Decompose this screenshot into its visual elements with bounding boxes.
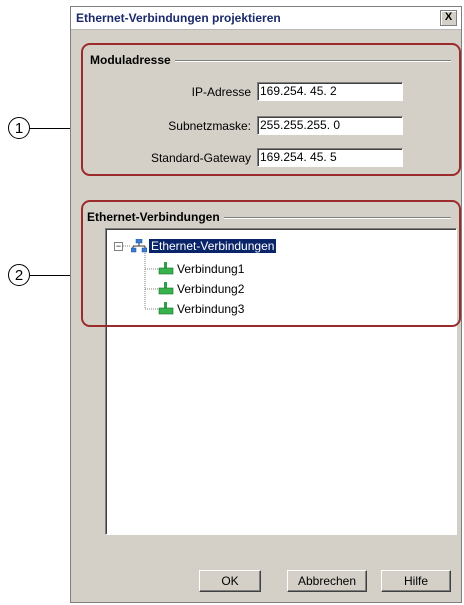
callout-2: 2: [8, 264, 30, 286]
cancel-button[interactable]: Abbrechen: [287, 570, 367, 592]
ok-button[interactable]: OK: [199, 570, 261, 592]
callout-1-frame: [81, 43, 461, 176]
title-bar: Ethernet-Verbindungen projektieren X: [71, 7, 461, 30]
callout-1: 1: [8, 117, 30, 139]
close-button[interactable]: X: [440, 10, 457, 26]
close-icon: X: [444, 11, 453, 23]
dialog-title: Ethernet-Verbindungen projektieren: [76, 11, 281, 25]
help-button[interactable]: Hilfe: [381, 570, 451, 592]
callout-2-frame: [81, 200, 461, 327]
